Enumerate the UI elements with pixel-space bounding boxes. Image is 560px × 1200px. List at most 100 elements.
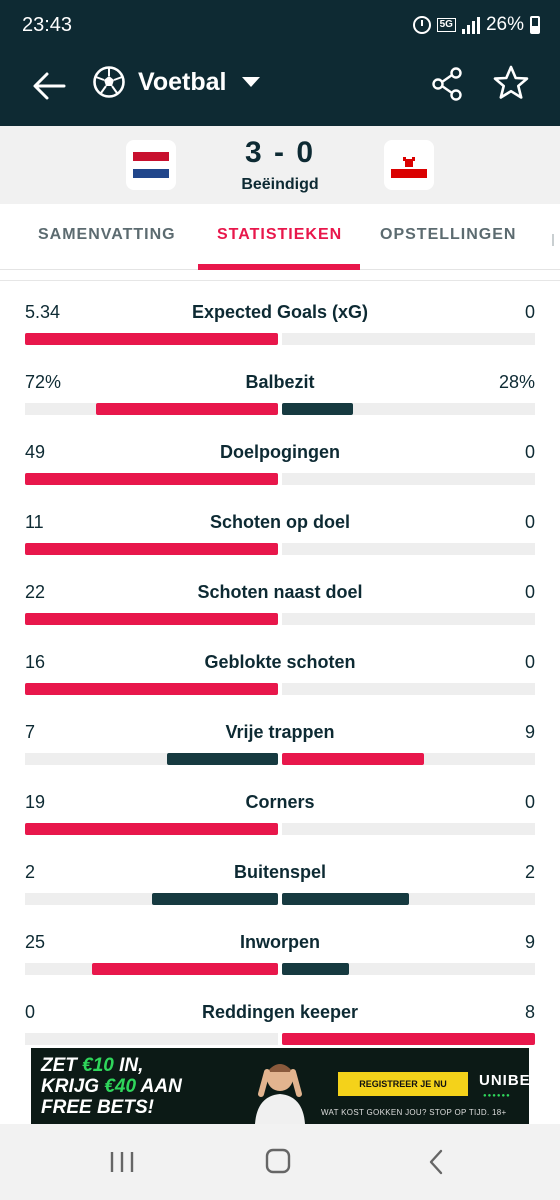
- stat-name: Corners: [245, 792, 315, 812]
- stat-home-bar: [25, 613, 278, 625]
- stat-row: 22 Schoten naast doel 0: [0, 570, 560, 640]
- stat-away-value: 0: [524, 512, 535, 532]
- tab-samenvatting[interactable]: SAMENVATTING: [38, 226, 176, 244]
- stat-away-bar: [282, 753, 425, 765]
- stat-away-track: [282, 753, 535, 765]
- stat-home-track: [25, 613, 278, 625]
- recent-apps-icon[interactable]: [102, 1146, 142, 1178]
- stat-away-track: [282, 963, 535, 975]
- system-nav-bar: [0, 1124, 560, 1200]
- stat-row: 49 Doelpogingen 0: [0, 430, 560, 500]
- stat-home-bar: [25, 683, 278, 695]
- stat-row: 25 Inworpen 9: [0, 920, 560, 990]
- divider: [0, 280, 560, 281]
- stat-away-track: [282, 683, 535, 695]
- stat-name: Expected Goals (xG): [191, 302, 369, 322]
- stat-away-value: 28%: [498, 372, 535, 392]
- stat-name: Doelpogingen: [220, 442, 340, 462]
- ad-brand-dots: ●●●●●●: [483, 1093, 511, 1099]
- stat-away-value: 8: [524, 1002, 535, 1022]
- share-icon[interactable]: [430, 66, 466, 102]
- stat-name: Reddingen keeper: [201, 1002, 359, 1022]
- back-arrow-icon[interactable]: [30, 66, 70, 106]
- stat-away-track: [282, 893, 535, 905]
- stat-home-bar: [25, 333, 278, 345]
- stat-away-bar: [282, 963, 350, 975]
- tab-bar: SAMENVATTING STATISTIEKEN OPSTELLINGEN: [0, 204, 560, 270]
- stat-row: 19 Corners 0: [0, 780, 560, 850]
- stat-away-bar: [282, 1033, 535, 1045]
- status-bar: 23:43 5G 26%: [0, 0, 560, 52]
- stat-away-track: [282, 823, 535, 835]
- stat-row: 5.34 Expected Goals (xG) 0: [0, 290, 560, 360]
- stat-home-track: [25, 753, 278, 765]
- back-icon[interactable]: [416, 1146, 456, 1178]
- stat-home-track: [25, 893, 278, 905]
- stat-name: Balbezit: [245, 372, 315, 392]
- stat-away-track: [282, 333, 535, 345]
- stat-home-bar: [25, 473, 278, 485]
- stat-name: Schoten naast doel: [197, 582, 363, 602]
- stat-home-track: [25, 333, 278, 345]
- match-status: Beëindigd: [241, 176, 319, 193]
- stat-away-value: 9: [524, 932, 535, 952]
- stat-name: Schoten op doel: [209, 512, 350, 532]
- stat-home-track: [25, 823, 278, 835]
- stat-row: 2 Buitenspel 2: [0, 850, 560, 920]
- stat-name: Buitenspel: [233, 862, 326, 882]
- stat-away-value: 9: [524, 722, 535, 742]
- next-tab-peek: [552, 234, 554, 246]
- stat-name: Vrije trappen: [225, 722, 335, 742]
- stat-away-bar: [282, 403, 353, 415]
- stat-name: Geblokte schoten: [204, 652, 356, 672]
- soccer-ball-icon: [93, 66, 125, 98]
- stat-away-value: 0: [524, 652, 535, 672]
- stat-home-bar: [25, 543, 278, 555]
- stat-home-track: [25, 963, 278, 975]
- stat-home-track: [25, 1033, 278, 1045]
- clock: 23:43: [22, 14, 73, 36]
- gibraltar-flag-icon: [391, 152, 427, 178]
- app-header: Voetbal: [0, 52, 560, 126]
- ad-person-image: [255, 1064, 305, 1124]
- ad-banner[interactable]: ZET €10 IN, KRIJG €40 AAN FREE BETS! REG…: [31, 1048, 529, 1124]
- stat-row: 16 Geblokte schoten 0: [0, 640, 560, 710]
- stat-away-track: [282, 613, 535, 625]
- star-icon[interactable]: [492, 64, 530, 102]
- stat-away-track: [282, 403, 535, 415]
- stat-away-track: [282, 473, 535, 485]
- stat-home-track: [25, 403, 278, 415]
- stat-row: 11 Schoten op doel 0: [0, 500, 560, 570]
- match-score-bar: 3 - 0 Beëindigd: [0, 126, 560, 204]
- stat-away-value: 2: [524, 862, 535, 882]
- ad-register-button[interactable]: REGISTREER JE NU: [338, 1072, 468, 1096]
- ad-disclaimer: WAT KOST GOKKEN JOU? STOP OP TIJD. 18+: [321, 1108, 507, 1117]
- stat-away-value: 0: [524, 792, 535, 812]
- stat-away-value: 0: [524, 442, 535, 462]
- chevron-down-icon: [242, 77, 261, 87]
- tab-statistieken[interactable]: STATISTIEKEN: [217, 226, 342, 244]
- stat-name: Inworpen: [240, 932, 320, 952]
- sport-label: Voetbal: [138, 67, 227, 96]
- match-score: 3 - 0: [244, 136, 316, 169]
- stat-away-value: 0: [524, 302, 535, 322]
- stat-home-bar: [151, 893, 278, 905]
- ad-headline: ZET €10 IN, KRIJG €40 AAN FREE BETS!: [41, 1055, 182, 1118]
- stat-home-track: [25, 473, 278, 485]
- signal-icon: [461, 16, 480, 34]
- home-icon[interactable]: [258, 1146, 298, 1178]
- stat-home-track: [25, 683, 278, 695]
- stat-row: 7 Vrije trappen 9: [0, 710, 560, 780]
- stat-home-bar: [92, 963, 278, 975]
- battery-level: 26%: [485, 14, 524, 35]
- tab-opstellingen[interactable]: OPSTELLINGEN: [380, 226, 516, 244]
- stat-away-track: [282, 1033, 535, 1045]
- stat-away-bar: [282, 893, 409, 905]
- stat-away-value: 0: [524, 582, 535, 602]
- network-type: 5G: [436, 18, 456, 32]
- ad-brand-logo: UNIBET: [479, 1072, 529, 1089]
- away-team-flag[interactable]: [384, 140, 434, 190]
- battery-icon: [530, 16, 540, 34]
- sport-selector[interactable]: Voetbal: [92, 65, 261, 99]
- stat-away-track: [282, 543, 535, 555]
